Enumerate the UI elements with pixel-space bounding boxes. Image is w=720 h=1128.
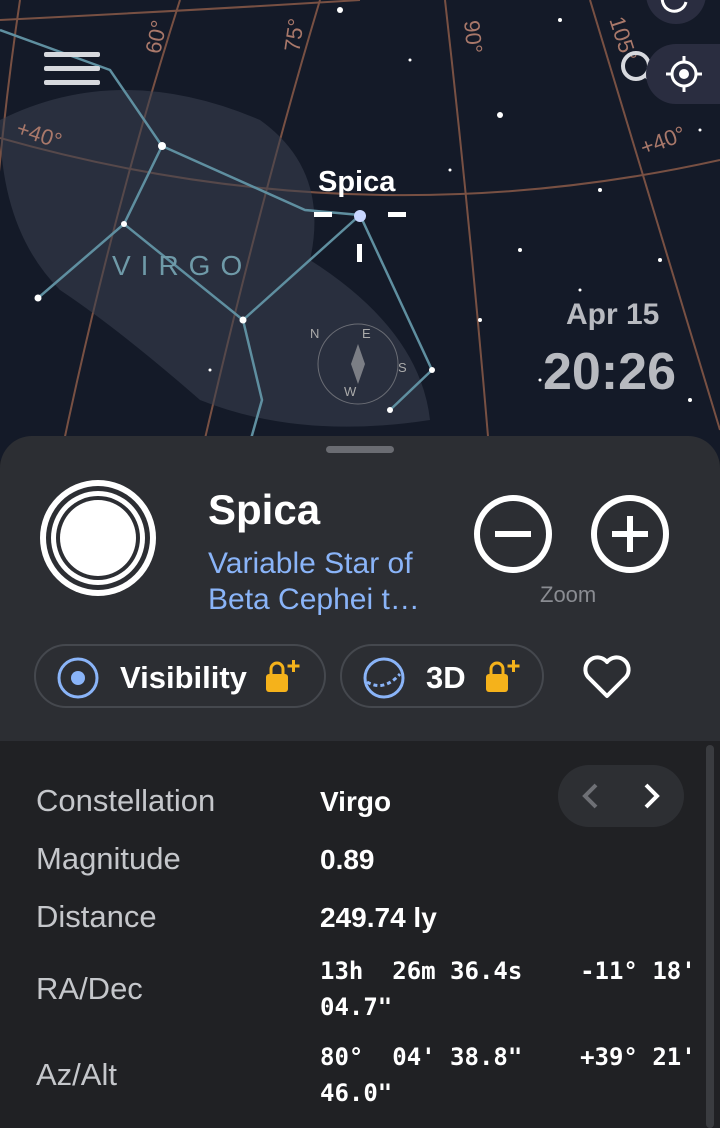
object-navigation [558,765,684,827]
compass-n: N [310,326,320,341]
menu-icon [44,52,100,57]
radec-value-line1: 13h 26m 36.4s -11° 18' [320,957,696,985]
date-label: Apr 15 [566,298,660,331]
next-icon[interactable] [634,779,668,813]
compass-e: E [362,326,371,341]
magnitude-value: 0.89 [320,844,375,875]
grid-label-75: 75° [279,16,309,54]
scrollbar[interactable] [706,745,714,1128]
constellation-label: VIRGO [112,250,253,281]
object-type-link[interactable]: Variable Star of Beta Cephei t… [208,546,458,618]
constellation-row-label: Constellation [36,783,216,818]
visibility-icon [57,657,99,699]
distance-row-label: Distance [36,899,157,934]
radec-row-label: RA/Dec [36,971,143,1006]
distance-value: 249.74 ly [320,902,437,933]
visibility-chip[interactable]: Visibility [34,644,326,708]
azalt-value-line2: 46.0" [320,1079,393,1107]
sky-map[interactable]: 60° 75° 90° 105° +40° +40° VIRGO Spica N… [0,0,720,460]
heart-icon[interactable] [582,654,632,700]
3d-chip[interactable]: 3D [340,644,544,708]
star-type-icon [40,480,156,596]
refresh-icon [660,0,688,13]
drag-handle[interactable] [326,446,394,453]
locate-button[interactable] [646,44,720,104]
lock-plus-icon [486,660,520,692]
constellation-value: Virgo [320,786,392,817]
radec-value-line2: 04.7" [320,993,393,1021]
target-reticle [314,210,406,262]
zoom-label: Zoom [540,582,597,607]
previous-icon[interactable] [574,779,608,813]
lock-plus-icon [266,660,300,692]
target-label: Spica [318,166,396,198]
time-label[interactable]: 20:26 [543,342,676,402]
magnitude-row-label: Magnitude [36,841,181,876]
zoom-out-button[interactable] [473,494,553,574]
zoom-in-button[interactable] [590,494,670,574]
visibility-label: Visibility [120,660,247,695]
compass-w: W [344,384,357,399]
crosshair-icon [666,56,702,92]
object-info-panel: Spica Variable Star of Beta Cephei t… Zo… [0,436,720,741]
azalt-value-line1: 80° 04' 38.8" +39° 21' [320,1043,696,1071]
azalt-row-label: Az/Alt [36,1057,117,1092]
globe-icon [363,657,405,699]
time-travel-button[interactable] [646,0,706,24]
3d-label: 3D [426,660,466,695]
details-section: Constellation Virgo Magnitude 0.89 Dista… [0,741,720,1128]
object-name: Spica [208,486,321,533]
compass-s: S [398,360,407,375]
menu-button[interactable] [44,52,100,92]
grid-label-90: 90° [458,19,488,55]
